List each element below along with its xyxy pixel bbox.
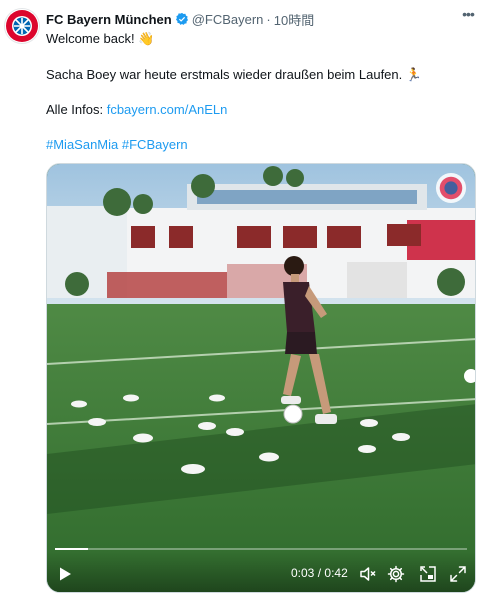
gear-icon[interactable] bbox=[387, 565, 405, 583]
info-label: Alle Infos: bbox=[46, 102, 107, 117]
tweet-header: FC Bayern München @FCBayern · 10時間 bbox=[46, 9, 470, 29]
video-progress-bar[interactable] bbox=[55, 548, 467, 550]
video-time: 0:03 / 0:42 bbox=[291, 566, 348, 580]
hashtag-fcbayern[interactable]: #FCBayern bbox=[122, 137, 188, 152]
header-separator: · bbox=[266, 11, 271, 27]
fullscreen-icon[interactable] bbox=[449, 565, 467, 583]
tweet-line-3: Alle Infos: fcbayern.com/AnELn bbox=[46, 102, 227, 118]
volume-muted-icon[interactable] bbox=[359, 565, 377, 583]
current-time: 0:03 bbox=[291, 566, 315, 580]
more-icon[interactable]: ••• bbox=[460, 7, 476, 24]
avatar[interactable] bbox=[4, 8, 40, 44]
video-progress-fill bbox=[55, 548, 88, 550]
tweet-line-2: Sacha Boey war heute erstmals wieder dra… bbox=[46, 67, 423, 82]
hashtag-miasanmia[interactable]: #MiaSanMia bbox=[46, 137, 118, 152]
fc-bayern-logo-icon bbox=[6, 10, 38, 42]
tweet-timestamp[interactable]: 10時間 bbox=[274, 10, 314, 29]
info-link[interactable]: fcbayern.com/AnELn bbox=[107, 102, 228, 117]
bayern-watermark-icon bbox=[435, 172, 467, 204]
play-icon[interactable] bbox=[57, 566, 73, 582]
hashtags: #MiaSanMia #FCBayern bbox=[46, 137, 188, 153]
author-handle[interactable]: @FCBayern bbox=[192, 12, 264, 27]
picture-in-picture-icon[interactable] bbox=[419, 565, 437, 583]
video-frame bbox=[47, 164, 475, 592]
verified-icon[interactable] bbox=[175, 12, 189, 26]
video-controls bbox=[47, 552, 475, 592]
tweet-line-1: Welcome back! 👋 bbox=[46, 31, 155, 46]
video-player[interactable]: 0:03 / 0:42 bbox=[46, 163, 476, 593]
time-separator: / bbox=[317, 566, 322, 580]
author-name[interactable]: FC Bayern München bbox=[46, 12, 172, 27]
duration: 0:42 bbox=[324, 566, 348, 580]
